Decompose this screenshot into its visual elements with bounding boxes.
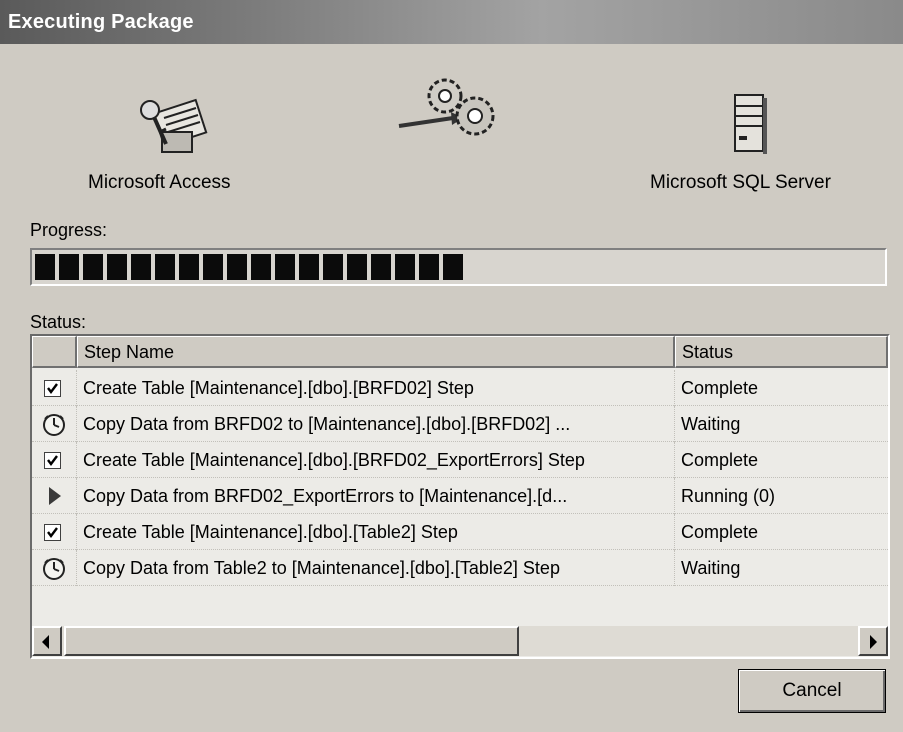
progress-block: [443, 254, 463, 280]
progress-block: [83, 254, 103, 280]
check-icon: [44, 523, 61, 541]
progress-label: Progress:: [30, 220, 108, 240]
status-label: Status:: [30, 312, 87, 332]
progress-block: [419, 254, 439, 280]
horizontal-scrollbar[interactable]: [32, 626, 888, 656]
row-icon-cell: [32, 441, 77, 478]
access-database-icon: [138, 92, 208, 163]
progress-block: [131, 254, 151, 280]
progress-block: [179, 254, 199, 280]
status-row[interactable]: Create Table [Maintenance].[dbo].[Table2…: [32, 513, 888, 550]
status-row[interactable]: Copy Data from BRFD02_ExportErrors to [M…: [32, 477, 888, 514]
progress-block: [203, 254, 223, 280]
step-status-cell: Waiting: [681, 413, 741, 434]
step-name-column-header[interactable]: Step Name: [77, 336, 675, 368]
progress-fill: [35, 254, 463, 280]
check-icon: [44, 451, 61, 469]
progress-block: [347, 254, 367, 280]
status-row[interactable]: Create Table [Maintenance].[dbo].[BRFD02…: [32, 369, 888, 406]
status-row[interactable]: Copy Data from BRFD02 to [Maintenance].[…: [32, 405, 888, 442]
step-name-cell: Copy Data from BRFD02_ExportErrors to [M…: [77, 477, 675, 514]
step-name-cell: Create Table [Maintenance].[dbo].[Table2…: [77, 513, 675, 550]
status-rows: Create Table [Maintenance].[dbo].[BRFD02…: [32, 369, 888, 586]
step-status-cell: Waiting: [681, 557, 741, 578]
step-name-cell: Create Table [Maintenance].[dbo].[BRFD02…: [77, 441, 675, 478]
executing-package-dialog: Executing Package Microsoft Access Micro…: [0, 0, 903, 732]
progress-block: [251, 254, 271, 280]
progress-block: [155, 254, 175, 280]
step-name-cell: Create Table [Maintenance].[dbo].[BRFD02…: [77, 369, 675, 406]
scroll-left-button[interactable]: [32, 626, 62, 656]
title-bar[interactable]: Executing Package: [0, 0, 903, 44]
row-icon-cell: [32, 369, 77, 406]
status-row[interactable]: Create Table [Maintenance].[dbo].[BRFD02…: [32, 441, 888, 478]
step-status-cell: Complete: [681, 377, 759, 398]
row-icon-cell: [32, 549, 77, 586]
row-icon-cell: [32, 513, 77, 550]
arrow-right-icon: [870, 635, 877, 649]
step-status-cell: Running (0): [681, 485, 776, 506]
scroll-right-button[interactable]: [858, 626, 888, 656]
row-icon-cell: [32, 405, 77, 442]
progress-bar: [30, 248, 887, 286]
progress-block: [395, 254, 415, 280]
clock-icon: [42, 557, 66, 586]
destination-label: Microsoft SQL Server: [650, 172, 831, 193]
gears-transfer-icon: [395, 68, 505, 148]
clock-icon: [42, 413, 66, 442]
scroll-thumb[interactable]: [64, 626, 519, 656]
destination-panel: Microsoft SQL Server: [640, 92, 860, 202]
icon-column-header[interactable]: [32, 336, 77, 368]
progress-block: [323, 254, 343, 280]
source-panel: Microsoft Access: [88, 92, 278, 202]
status-column-header[interactable]: Status: [675, 336, 888, 368]
grid-header: Step Name Status: [32, 336, 888, 368]
row-icon-cell: [32, 477, 77, 514]
play-icon: [49, 486, 61, 505]
progress-block: [299, 254, 319, 280]
arrow-left-icon: [42, 635, 49, 649]
source-label: Microsoft Access: [88, 172, 231, 193]
step-status-cell: Complete: [681, 521, 759, 542]
progress-block: [275, 254, 295, 280]
step-status-cell: Complete: [681, 449, 759, 470]
sql-server-icon: [732, 92, 768, 161]
progress-block: [371, 254, 391, 280]
status-grid[interactable]: Step Name Status Create Table [Maintenan…: [30, 334, 890, 659]
step-name-cell: Copy Data from BRFD02 to [Maintenance].[…: [77, 405, 675, 442]
progress-block: [107, 254, 127, 280]
window-title: Executing Package: [8, 11, 194, 33]
cancel-button[interactable]: Cancel: [738, 669, 886, 713]
status-row[interactable]: Copy Data from Table2 to [Maintenance].[…: [32, 549, 888, 586]
check-icon: [44, 379, 61, 397]
progress-block: [227, 254, 247, 280]
progress-block: [35, 254, 55, 280]
progress-block: [59, 254, 79, 280]
step-name-cell: Copy Data from Table2 to [Maintenance].[…: [77, 549, 675, 586]
